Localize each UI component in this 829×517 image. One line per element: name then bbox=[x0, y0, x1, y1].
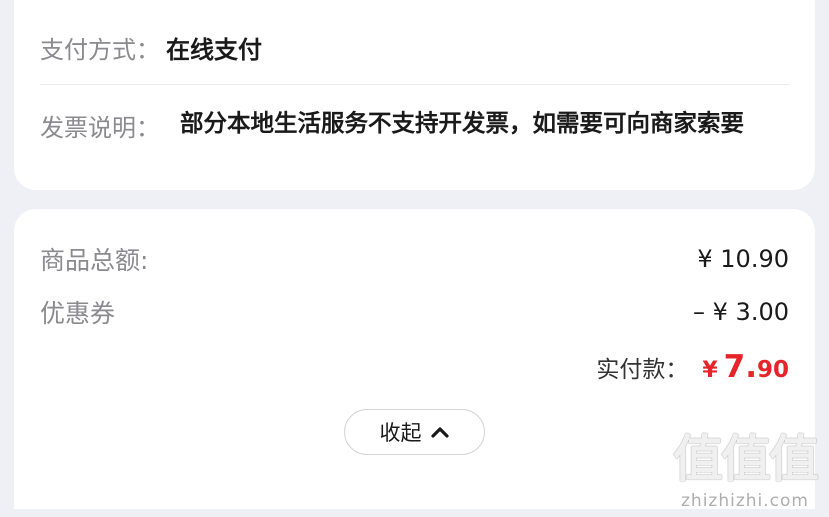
site-watermark: 值值值 zhizhizhi.com bbox=[673, 419, 819, 511]
chevron-up-icon bbox=[430, 427, 449, 438]
invoice-note-value: 部分本地生活服务不支持开发票，如需要可向商家索要 bbox=[180, 109, 744, 137]
collapse-button[interactable]: 收起 bbox=[344, 409, 485, 455]
total-amount-decimal: 90 bbox=[756, 357, 789, 383]
coupon-row: 优惠券 – ¥ 3.00 bbox=[40, 294, 789, 330]
subtotal-label: 商品总额: bbox=[40, 246, 149, 275]
order-info-card: 支付方式： 在线支付 发票说明： 部分本地生活服务不支持开发票，如需要可向商家索… bbox=[14, 0, 815, 190]
payment-method-label: 支付方式： bbox=[40, 36, 160, 64]
total-row: 实付款： ¥ 7. 90 bbox=[596, 349, 789, 385]
total-amount-integer: 7. bbox=[723, 349, 757, 385]
total-label: 实付款： bbox=[596, 357, 689, 383]
payment-method-row: 支付方式： 在线支付 bbox=[40, 30, 262, 65]
payment-method-value: 在线支付 bbox=[166, 36, 262, 64]
subtotal-value: ¥ 10.90 bbox=[697, 245, 789, 273]
total-currency: ¥ bbox=[702, 358, 718, 383]
collapse-label: 收起 bbox=[379, 421, 422, 445]
coupon-label: 优惠券 bbox=[40, 299, 116, 328]
divider bbox=[40, 84, 790, 85]
order-detail-page: 支付方式： 在线支付 发票说明： 部分本地生活服务不支持开发票，如需要可向商家索… bbox=[0, 0, 829, 517]
watermark-logo: 值值值 bbox=[673, 430, 819, 488]
subtotal-row: 商品总额: ¥ 10.90 bbox=[40, 241, 789, 277]
coupon-value: – ¥ 3.00 bbox=[693, 298, 789, 326]
watermark-url: zhizhizhi.com bbox=[681, 491, 809, 511]
